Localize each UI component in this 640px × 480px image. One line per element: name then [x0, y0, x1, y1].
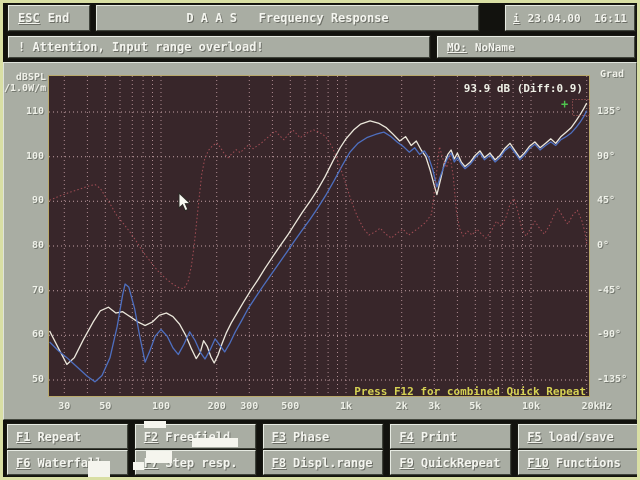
screen-artifact	[192, 438, 238, 447]
screen-artifact	[144, 421, 166, 428]
f7-label: Step resp.	[165, 456, 237, 470]
screen-artifact	[146, 451, 172, 463]
info-key-label: i	[513, 12, 520, 25]
measurement-object-panel[interactable]: MO: NoName	[437, 36, 635, 58]
esc-end-button[interactable]: ESC End	[8, 5, 90, 31]
x-axis-tick-1k: 1k	[326, 401, 366, 412]
mouse-cursor-icon	[178, 192, 193, 212]
phase-axis-tick-0°: 0°	[597, 240, 637, 251]
esc-action-label: End	[48, 11, 70, 25]
f10-key: F10	[527, 456, 549, 470]
attention-message-bar: ! Attention, Input range overload!	[8, 36, 430, 58]
y-axis-unit-label: dBSPL	[8, 72, 46, 83]
svg-text:Press F12 for combined Quick R: Press F12 for combined Quick Repeat	[354, 385, 586, 397]
f9-label: QuickRepeat	[421, 456, 500, 470]
f10-label: Functions	[556, 456, 621, 470]
f4-label: Print	[421, 430, 457, 444]
screen-artifact	[88, 461, 110, 478]
x-axis-tick-100: 100	[141, 401, 181, 412]
f5-label: load/save	[549, 430, 614, 444]
mo-name-text: NoName	[475, 41, 515, 54]
y-axis-unit-sublabel: /1.0W/m	[4, 83, 46, 94]
y-axis-tick-70: 70	[16, 285, 44, 296]
f1-key: F1	[16, 430, 30, 444]
phase-axis-tick-90°: 90°	[597, 151, 637, 162]
f1-label: Repeat	[37, 430, 80, 444]
f3-key: F3	[272, 430, 286, 444]
y-axis-tick-100: 100	[16, 151, 44, 162]
f5-key: F5	[527, 430, 541, 444]
f2-key: F2	[144, 430, 158, 444]
x-axis-tick-3k: 3k	[414, 401, 454, 412]
y-axis-tick-80: 80	[16, 240, 44, 251]
f4-key: F4	[399, 430, 413, 444]
x-axis-tick-500: 500	[270, 401, 310, 412]
svg-text:93.9 dB (Diff:0.9): 93.9 dB (Diff:0.9)	[464, 82, 583, 95]
f10-functions-button[interactable]: F10 Functions	[518, 450, 639, 475]
x-axis-tick-30: 30	[44, 401, 84, 412]
phase-axis-tick-135°: 135°	[597, 106, 637, 117]
phase-axis-tick--45°: -45°	[597, 285, 637, 296]
esc-key-label: ESC	[18, 11, 40, 25]
phase-axis-label: Grad	[600, 69, 624, 80]
f3-label: Phase	[293, 430, 329, 444]
mo-key-label: MO:	[447, 41, 467, 54]
datetime-panel[interactable]: i 23.04.00 16:11	[505, 5, 635, 31]
svg-text:+: +	[561, 97, 568, 111]
phase-axis-tick--90°: -90°	[597, 329, 637, 340]
daas-screen: ESC End D A A S Frequency Response i 23.04…	[0, 0, 640, 480]
window-title: D A A S Frequency Response	[96, 5, 479, 31]
x-axis-tick-50: 50	[85, 401, 125, 412]
frequency-response-plot[interactable]: 93.9 dB (Diff:0.9) + Press F12 for combine…	[48, 75, 590, 397]
function-key-row-1: F1Repeat F2Freefield F3Phase F4Print F5l…	[5, 424, 640, 449]
y-axis-tick-110: 110	[16, 106, 44, 117]
f4-print-button[interactable]: F4 Print	[390, 424, 511, 449]
f9-quickrepeat-button[interactable]: F9 QuickRepeat	[390, 450, 511, 475]
app-title-text: D A A S Frequency Response	[186, 11, 388, 25]
f8-key: F8	[272, 456, 286, 470]
y-axis-tick-90: 90	[16, 195, 44, 206]
f9-key: F9	[399, 456, 413, 470]
f3-phase-button[interactable]: F3 Phase	[263, 424, 384, 449]
f5-load-save-button[interactable]: F5 load/save	[518, 424, 639, 449]
f6-key: F6	[16, 456, 30, 470]
x-axis-tick-10k: 10k	[511, 401, 551, 412]
y-axis-tick-60: 60	[16, 329, 44, 340]
f8-displ-range-button[interactable]: F8 Displ.range	[263, 450, 384, 475]
phase-axis-tick--135°: -135°	[597, 374, 637, 385]
f8-label: Displ.range	[293, 456, 372, 470]
x-axis-tick-5k: 5k	[455, 401, 495, 412]
x-axis-tick-300: 300	[229, 401, 269, 412]
y-axis-tick-50: 50	[16, 374, 44, 385]
screen-artifact	[133, 462, 144, 470]
datetime-text: 23.04.00 16:11	[528, 12, 627, 25]
f1-repeat-button[interactable]: F1 Repeat	[7, 424, 128, 449]
phase-axis-tick-45°: 45°	[597, 195, 637, 206]
x-axis-tick-20kHz: 20kHz	[577, 401, 617, 412]
attention-text: ! Attention, Input range overload!	[18, 40, 264, 54]
